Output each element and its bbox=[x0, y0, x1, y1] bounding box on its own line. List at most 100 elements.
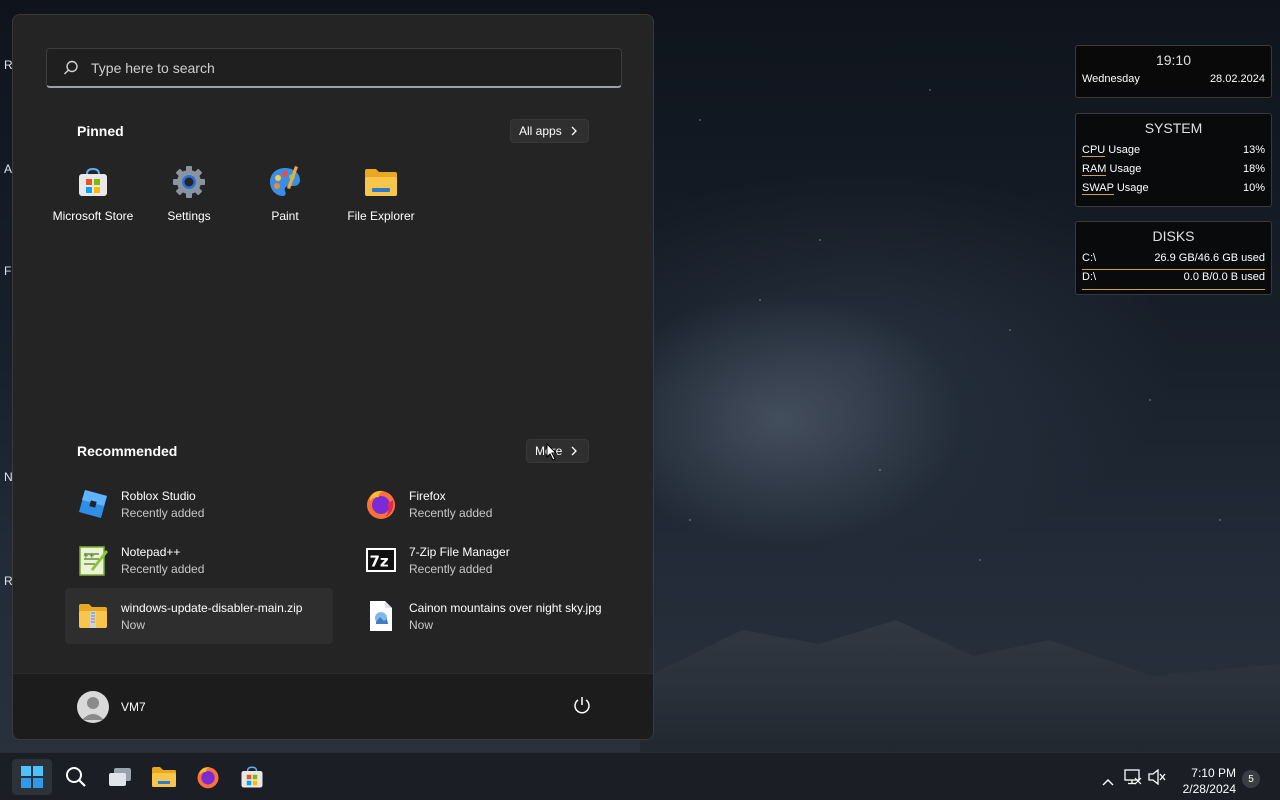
clock-day: Wednesday bbox=[1082, 73, 1140, 85]
taskbar-search-button[interactable] bbox=[56, 759, 96, 795]
network-icon bbox=[1124, 769, 1142, 785]
image-file-icon bbox=[365, 600, 397, 632]
store-icon bbox=[241, 766, 263, 788]
system-row-ram: RAM Usage 18% bbox=[1076, 163, 1271, 176]
recommended-item-name: Roblox Studio bbox=[121, 488, 196, 503]
taskbar-microsoft-store[interactable] bbox=[232, 759, 272, 795]
recommended-item-zip-file[interactable]: windows-update-disabler-main.zip Now bbox=[65, 588, 333, 644]
mouse-cursor bbox=[546, 443, 558, 461]
desktop-icon-label[interactable]: A bbox=[4, 162, 12, 176]
taskbar-file-explorer[interactable] bbox=[144, 759, 184, 795]
recommended-item-name: Firefox bbox=[409, 488, 446, 503]
system-row-label: Usage bbox=[1106, 163, 1142, 175]
recommended-item-7zip[interactable]: 7z 7-Zip File Manager Recently added bbox=[353, 532, 621, 588]
system-row-value: 10% bbox=[1242, 182, 1265, 194]
disk-usage-line bbox=[1082, 269, 1265, 270]
pinned-app-file-explorer[interactable]: File Explorer bbox=[333, 165, 429, 223]
start-menu-footer: VM7 bbox=[13, 673, 653, 739]
user-avatar[interactable] bbox=[77, 691, 109, 723]
user-icon bbox=[82, 697, 104, 720]
user-name[interactable]: VM7 bbox=[121, 700, 146, 714]
zip-folder-icon bbox=[77, 600, 109, 632]
svg-text:++: ++ bbox=[83, 552, 95, 560]
recommended-item-name: 7-Zip File Manager bbox=[409, 544, 510, 559]
notification-badge[interactable]: 5 bbox=[1242, 770, 1260, 788]
recommended-item-subtitle: Recently added bbox=[409, 561, 493, 576]
system-row-key: CPU bbox=[1082, 144, 1106, 157]
store-icon bbox=[76, 165, 110, 199]
disk-usage-line bbox=[1082, 289, 1265, 290]
disk-value: 0.0 B/0.0 B used bbox=[1183, 271, 1265, 283]
tray-date: 2/28/2024 bbox=[1182, 782, 1236, 796]
recommended-item-firefox[interactable]: Firefox Recently added bbox=[353, 476, 621, 532]
chevron-right-icon bbox=[571, 126, 577, 136]
task-view-icon bbox=[109, 768, 131, 786]
tray-overflow-button[interactable] bbox=[1102, 773, 1114, 791]
recommended-item-roblox-studio[interactable]: Roblox Studio Recently added bbox=[65, 476, 333, 532]
recommended-item-notepad-plus-plus[interactable]: ++ Notepad++ Recently added bbox=[65, 532, 333, 588]
disk-label: D:\ bbox=[1082, 271, 1097, 283]
search-input[interactable] bbox=[91, 59, 571, 76]
firefox-icon bbox=[365, 488, 397, 520]
disks-title: DISKS bbox=[1152, 228, 1195, 244]
recommended-item-subtitle: Now bbox=[409, 617, 434, 632]
system-row-key: RAM bbox=[1082, 163, 1107, 176]
roblox-studio-icon bbox=[77, 488, 109, 520]
folder-icon bbox=[152, 767, 176, 787]
taskbar: 7:10 PM 2/28/2024 5 bbox=[0, 752, 1280, 800]
svg-text:7z: 7z bbox=[370, 553, 389, 571]
system-widget: SYSTEM CPU Usage 13% RAM Usage 18% SWAP … bbox=[1075, 113, 1272, 207]
recommended-item-subtitle: Recently added bbox=[409, 505, 493, 520]
windows-logo-icon bbox=[21, 766, 43, 788]
recommended-item-name: Notepad++ bbox=[121, 544, 181, 559]
disk-row-d: D:\ 0.0 B/0.0 B used bbox=[1076, 271, 1271, 283]
recommended-item-image-file[interactable]: Cainon mountains over night sky.jpg Now bbox=[353, 588, 621, 644]
firefox-icon bbox=[197, 767, 219, 789]
power-button[interactable] bbox=[573, 696, 591, 719]
recommended-item-subtitle: Recently added bbox=[121, 561, 205, 576]
disk-row-c: C:\ 26.9 GB/46.6 GB used bbox=[1076, 252, 1271, 264]
clock-date: 28.02.2024 bbox=[1209, 73, 1265, 85]
disk-label: C:\ bbox=[1082, 252, 1097, 264]
pinned-app-paint[interactable]: Paint bbox=[237, 165, 333, 223]
disk-value: 26.9 GB/46.6 GB used bbox=[1154, 252, 1265, 264]
volume-muted-icon bbox=[1148, 768, 1166, 786]
task-view-button[interactable] bbox=[100, 759, 140, 795]
all-apps-label: All apps bbox=[519, 124, 562, 138]
recommended-item-subtitle: Recently added bbox=[121, 505, 205, 520]
pinned-app-label: Paint bbox=[271, 209, 299, 223]
notepad-plus-plus-icon: ++ bbox=[77, 544, 109, 576]
recommended-title: Recommended bbox=[77, 443, 178, 459]
start-menu: Pinned All apps Microsoft Store bbox=[12, 14, 654, 740]
pinned-app-label: Microsoft Store bbox=[52, 209, 134, 223]
search-box[interactable] bbox=[46, 48, 622, 88]
search-icon bbox=[66, 767, 86, 787]
disks-widget: DISKS C:\ 26.9 GB/46.6 GB used D:\ 0.0 B… bbox=[1075, 221, 1272, 295]
pinned-app-microsoft-store[interactable]: Microsoft Store bbox=[45, 165, 141, 223]
power-icon bbox=[574, 697, 590, 714]
system-row-key: SWAP bbox=[1082, 182, 1114, 195]
pinned-app-label: File Explorer bbox=[347, 209, 415, 223]
chevron-right-icon bbox=[571, 446, 578, 456]
tray-clock[interactable]: 7:10 PM 2/28/2024 bbox=[1183, 765, 1236, 797]
start-button[interactable] bbox=[12, 759, 52, 795]
recommended-item-name: windows-update-disabler-main.zip bbox=[121, 600, 303, 615]
tray-time: 7:10 PM bbox=[1191, 766, 1236, 780]
tray-volume-button[interactable] bbox=[1148, 768, 1166, 790]
search-icon bbox=[64, 60, 78, 74]
pinned-app-label: Settings bbox=[167, 209, 211, 223]
gear-icon bbox=[172, 165, 206, 199]
clock-widget: 19:10 Wednesday 28.02.2024 bbox=[1075, 45, 1272, 98]
pinned-app-settings[interactable]: Settings bbox=[141, 165, 237, 223]
system-row-cpu: CPU Usage 13% bbox=[1076, 144, 1271, 157]
system-title: SYSTEM bbox=[1144, 120, 1203, 136]
system-row-label: Usage bbox=[1105, 144, 1141, 156]
taskbar-firefox[interactable] bbox=[188, 759, 228, 795]
tray-network-button[interactable] bbox=[1124, 769, 1142, 790]
all-apps-button[interactable]: All apps bbox=[510, 119, 589, 143]
recommended-item-name: Cainon mountains over night sky.jpg bbox=[409, 600, 602, 615]
folder-icon bbox=[364, 165, 398, 199]
7zip-icon: 7z bbox=[365, 544, 397, 576]
paint-icon bbox=[268, 165, 302, 199]
system-row-value: 13% bbox=[1242, 144, 1265, 156]
